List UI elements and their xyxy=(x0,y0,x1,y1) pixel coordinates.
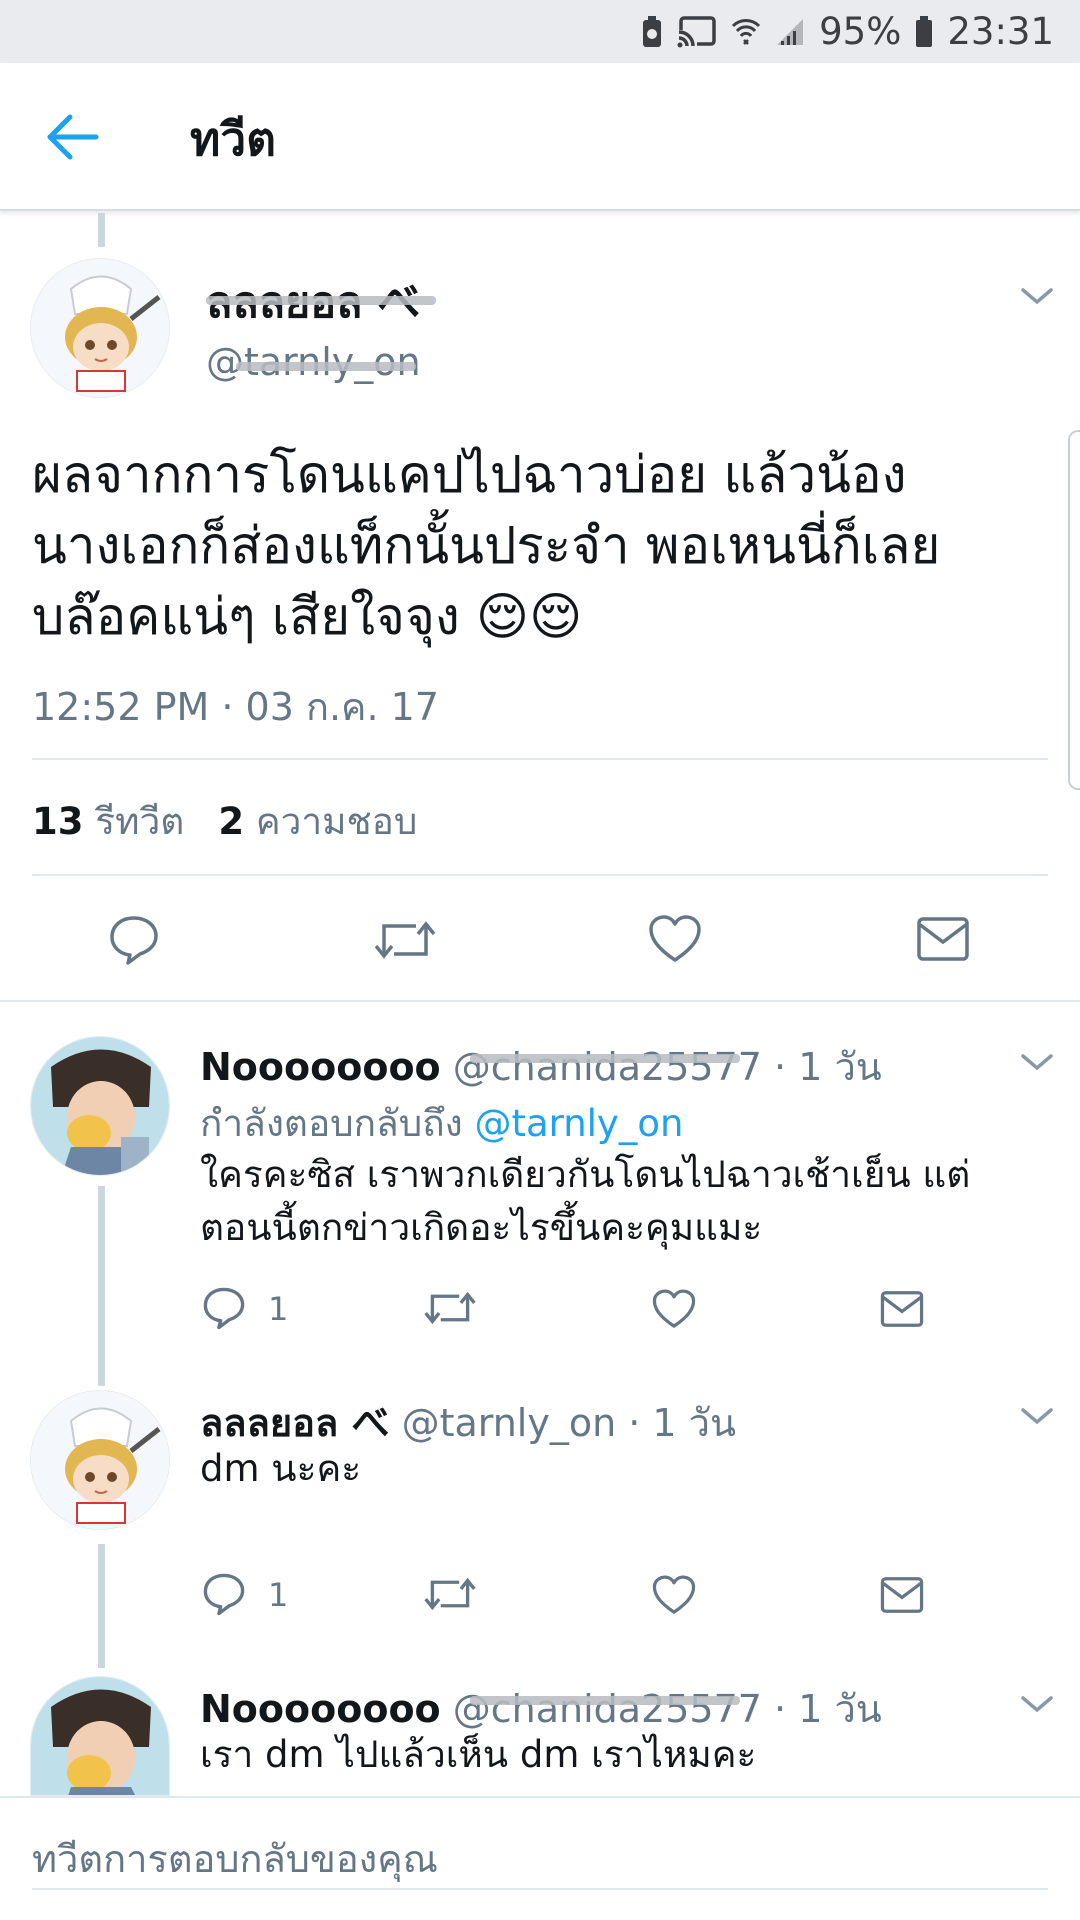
avatar[interactable] xyxy=(30,258,170,398)
reply-text: ใครคะซิส เราพวกเดียวกันโดนไปฉาวเช้าเย็น … xyxy=(200,1148,1020,1254)
redaction-mark xyxy=(236,362,416,371)
retweet-icon[interactable] xyxy=(424,1286,476,1330)
mention-link[interactable]: @tarnly_on xyxy=(474,1102,683,1145)
retweet-icon[interactable] xyxy=(374,914,436,966)
reply-author-name[interactable]: Noooooooo xyxy=(200,1045,441,1089)
avatar[interactable] xyxy=(30,1036,170,1176)
battery-percent: 95% xyxy=(819,10,902,53)
reply-icon[interactable] xyxy=(202,1572,246,1616)
reply-header: Noooooooo @chanida25577 · 1 วัน xyxy=(200,1036,882,1097)
retweet-stat[interactable]: 13 รีทวีต xyxy=(32,792,184,851)
redaction-mark xyxy=(206,296,436,305)
reply-text-line: เรา dm ไปแล้วเห็น dm เราไหมคะ xyxy=(200,1733,757,1776)
battery-icon xyxy=(916,15,933,47)
retweet-icon[interactable] xyxy=(424,1572,476,1616)
wifi-icon xyxy=(732,18,761,45)
redaction-mark xyxy=(470,1054,740,1063)
reply-age: · 1 วัน xyxy=(774,1687,882,1731)
replying-to: กำลังตอบกลับถึง @tarnly_on xyxy=(200,1094,683,1153)
section-divider xyxy=(0,1000,1080,1002)
like-icon[interactable] xyxy=(648,914,702,964)
like-stat[interactable]: 2 ความชอบ xyxy=(218,792,417,851)
reply-author-handle[interactable]: @chanida25577 xyxy=(453,1687,762,1731)
thread-line xyxy=(98,1186,105,1386)
divider xyxy=(32,874,1048,876)
like-count: 2 xyxy=(218,800,245,843)
chevron-down-icon[interactable] xyxy=(1020,1052,1054,1072)
reply-icon[interactable] xyxy=(108,914,160,966)
chevron-down-icon[interactable] xyxy=(1020,1694,1054,1714)
reply-icon[interactable] xyxy=(202,1286,246,1330)
tweet-timestamp: 12:52 PM · 03 ก.ค. 17 xyxy=(32,685,439,729)
reply-age: · 1 วัน xyxy=(774,1045,882,1089)
direct-message-icon[interactable] xyxy=(880,1290,924,1328)
signal-icon xyxy=(777,18,804,45)
avatar[interactable] xyxy=(30,1390,170,1530)
reply-age: · 1 วัน xyxy=(628,1401,736,1445)
cast-icon xyxy=(677,15,716,48)
like-icon[interactable] xyxy=(652,1288,696,1330)
status-bar: 95% 23:31 xyxy=(0,0,1080,63)
reply-author-handle[interactable]: @tarnly_on xyxy=(402,1401,617,1445)
chevron-down-icon[interactable] xyxy=(1020,286,1054,306)
tweet-text-line: นางเอกก็ส่องแท็กนั้นประจำ พอเหนนี่ก็เลย xyxy=(32,517,941,576)
scrollbar[interactable] xyxy=(1068,430,1080,790)
page-title: ทวีต xyxy=(190,112,277,166)
replying-to-prefix: กำลังตอบกลับถึง xyxy=(200,1102,463,1145)
like-label: ความชอบ xyxy=(255,800,418,843)
reply-compose-bar: ทวีตการตอบกลับของคุณ xyxy=(0,1796,1080,1920)
back-arrow-icon[interactable] xyxy=(44,109,104,165)
thread-line xyxy=(98,1544,105,1668)
direct-message-icon[interactable] xyxy=(916,916,970,962)
thread-line xyxy=(98,213,105,247)
like-icon[interactable] xyxy=(652,1574,696,1616)
tweet-stats: 13 รีทวีต 2 ความชอบ xyxy=(32,792,417,851)
reply-text: เรา dm ไปแล้วเห็น dm เราไหมคะ xyxy=(200,1728,1020,1781)
reply-count: 1 xyxy=(268,1576,289,1614)
tweet-text: ผลจากการโดนแคปไปฉาวบ่อย แล้วน้อง นางเอกก… xyxy=(32,440,1052,653)
chevron-down-icon[interactable] xyxy=(1020,1406,1054,1426)
reply-text-line: dm นะคะ xyxy=(200,1447,362,1490)
reply-author-name[interactable]: ลลลยอล べ xyxy=(200,1401,389,1445)
reply-author-handle[interactable]: @chanida25577 xyxy=(453,1045,762,1089)
battery-saver-icon xyxy=(643,15,662,47)
tweet-text-line: บล๊อคแน่ๆ เสียใจจุง 😌😌 xyxy=(32,588,583,647)
clock: 23:31 xyxy=(947,10,1054,53)
reply-compose-input[interactable]: ทวีตการตอบกลับของคุณ xyxy=(32,1828,1048,1890)
retweet-count: 13 xyxy=(32,800,84,843)
redaction-mark xyxy=(470,1696,740,1705)
tweet-text-line: ผลจากการโดนแคปไปฉาวบ่อย แล้วน้อง xyxy=(32,446,907,505)
reply-text-line: ใครคะซิส เราพวกเดียวกันโดนไปฉาวเช้าเย็น … xyxy=(200,1153,971,1196)
reply-author-name[interactable]: Noooooooo xyxy=(200,1687,441,1731)
retweet-label: รีทวีต xyxy=(95,800,185,843)
direct-message-icon[interactable] xyxy=(880,1576,924,1614)
avatar[interactable] xyxy=(30,1676,170,1796)
reply-count: 1 xyxy=(268,1290,289,1328)
app-header: ทวีต xyxy=(0,63,1080,211)
reply-text-line: ตอนนี้ตกข่าวเกิดอะไรขึ้นคะคุมแมะ xyxy=(200,1206,763,1249)
divider xyxy=(32,758,1048,760)
reply-text: dm นะคะ xyxy=(200,1442,1020,1495)
